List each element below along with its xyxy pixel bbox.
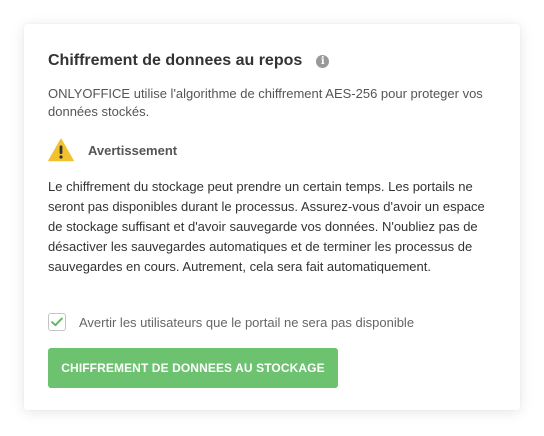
- notify-users-label[interactable]: Avertir les utilisateurs que le portail …: [79, 315, 414, 330]
- checkmark-icon: [51, 317, 63, 327]
- notify-users-checkbox[interactable]: [48, 313, 66, 331]
- encrypt-storage-button[interactable]: CHIFFREMENT DE DONNEES AU STOCKAGE: [48, 348, 338, 388]
- notify-users-option[interactable]: Avertir les utilisateurs que le portail …: [48, 312, 414, 332]
- page-title: Chiffrement de donnees au repos: [48, 52, 303, 69]
- title-row: Chiffrement de donnees au repos i: [48, 49, 330, 73]
- encryption-card: Chiffrement de donnees au repos i ONLYOF…: [24, 24, 520, 410]
- warning-text: Le chiffrement du stockage peut prendre …: [48, 179, 485, 274]
- warning-header: Avertissement: [48, 137, 177, 163]
- description-text: ONLYOFFICE utilise l'algorithme de chiff…: [48, 86, 483, 119]
- warning-triangle-icon: [48, 138, 74, 162]
- info-icon[interactable]: i: [316, 54, 330, 68]
- warning-title: Avertissement: [88, 142, 178, 158]
